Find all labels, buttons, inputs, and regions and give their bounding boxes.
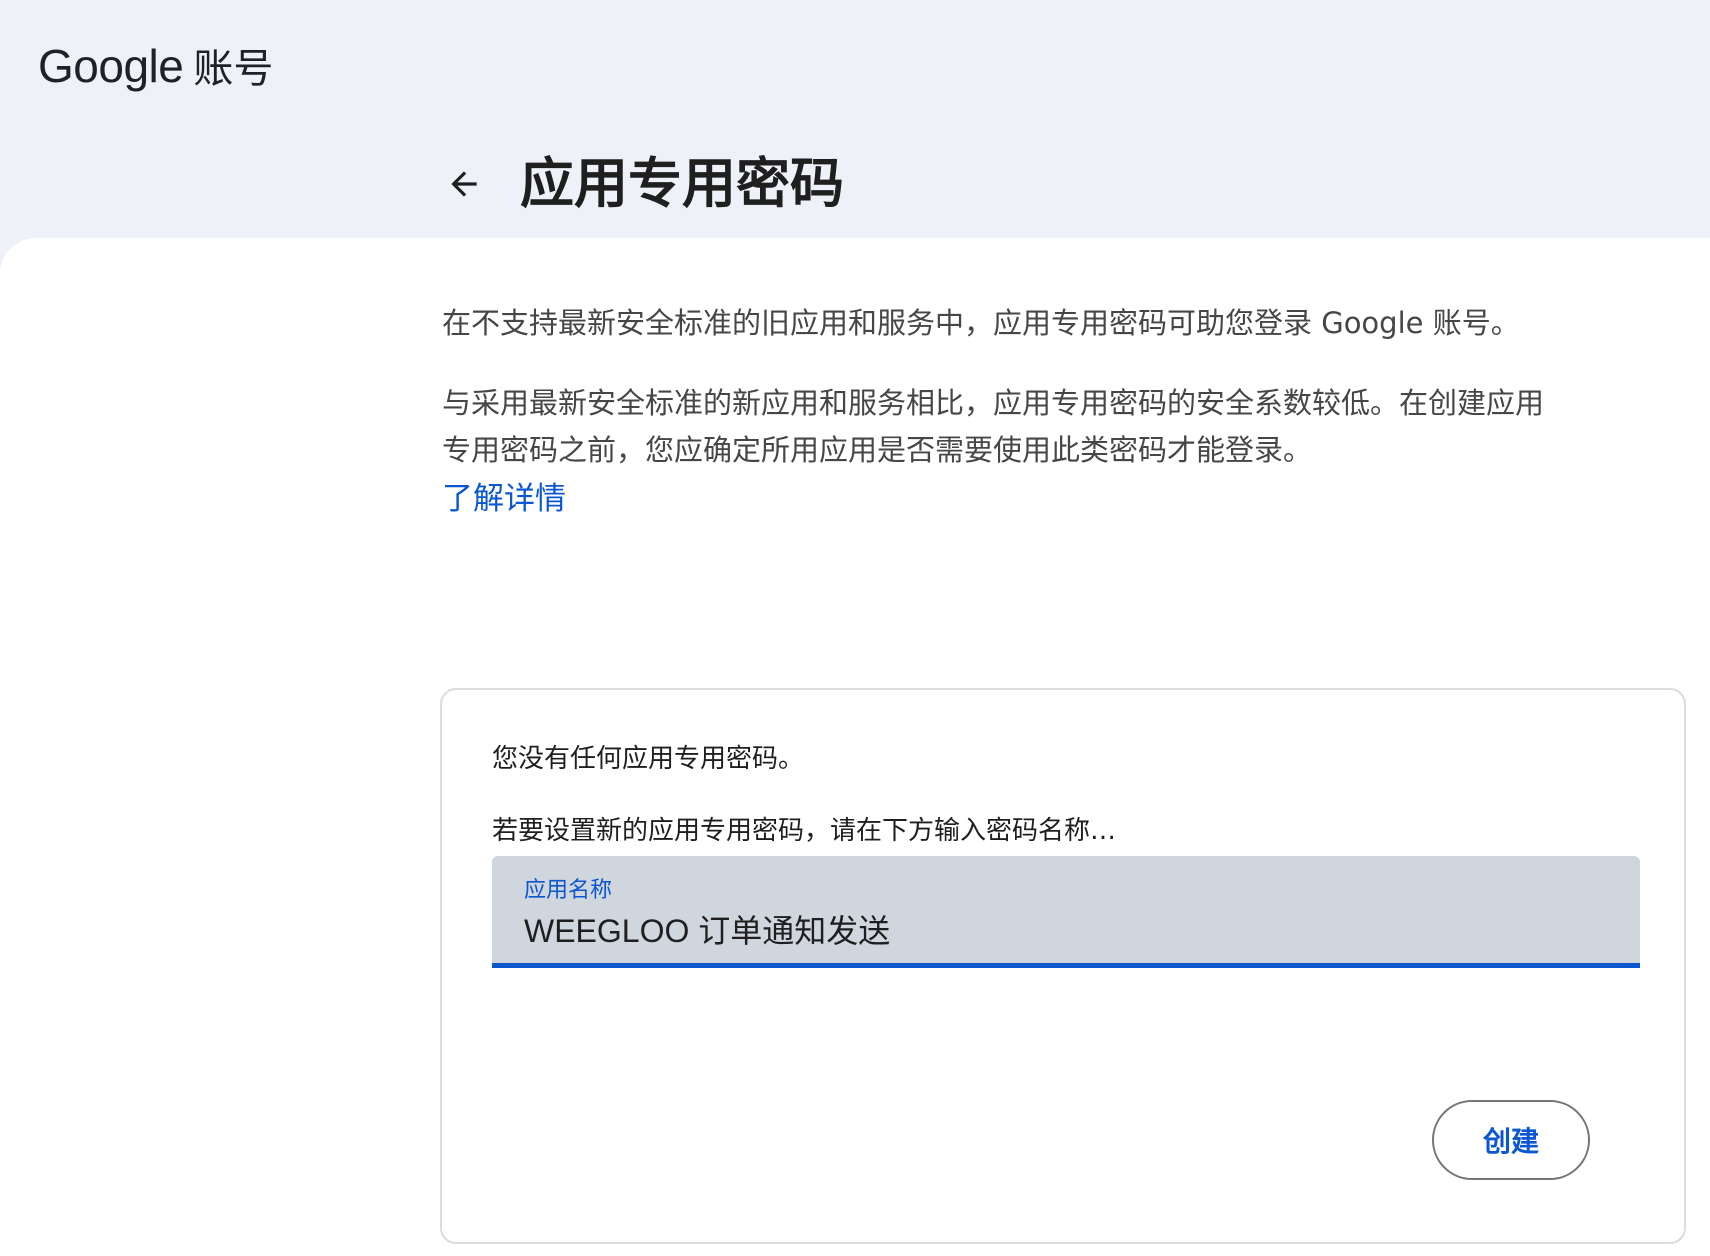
description-paragraph-2: 与采用最新安全标准的新应用和服务相比，应用专用密码的安全系数较低。在创建应用专用… xyxy=(442,386,1545,467)
logo-account-text: 账号 xyxy=(193,46,274,92)
learn-more-link[interactable]: 了解详情 xyxy=(442,474,1552,524)
description: 在不支持最新安全标准的旧应用和服务中，应用专用密码可助您登录 Google 账号… xyxy=(442,300,1552,524)
back-button[interactable] xyxy=(432,156,496,212)
page-title: 应用专用密码 xyxy=(520,152,844,215)
description-paragraph-1: 在不支持最新安全标准的旧应用和服务中，应用专用密码可助您登录 Google 账号… xyxy=(442,306,1520,340)
app-password-card: 您没有任何应用专用密码。 若要设置新的应用专用密码，请在下方输入密码名称… 应用… xyxy=(440,688,1686,1244)
top-header: Google 账号 应用专用密码 xyxy=(0,0,1710,240)
google-account-logo[interactable]: Google 账号 xyxy=(38,36,273,96)
create-button[interactable]: 创建 xyxy=(1432,1100,1590,1180)
app-name-value[interactable]: WEEGLOO 订单通知发送 xyxy=(524,906,890,952)
app-name-label: 应用名称 xyxy=(524,878,613,903)
no-passwords-message: 您没有任何应用专用密码。 xyxy=(492,744,805,774)
logo-google-text: Google xyxy=(38,40,184,92)
main-content: 在不支持最新安全标准的旧应用和服务中，应用专用密码可助您登录 Google 账号… xyxy=(0,238,1710,1256)
arrow-back-icon xyxy=(451,171,477,197)
app-name-input[interactable]: 应用名称 WEEGLOO 订单通知发送 xyxy=(492,856,1640,968)
instruction-text: 若要设置新的应用专用密码，请在下方输入密码名称… xyxy=(492,816,1117,846)
